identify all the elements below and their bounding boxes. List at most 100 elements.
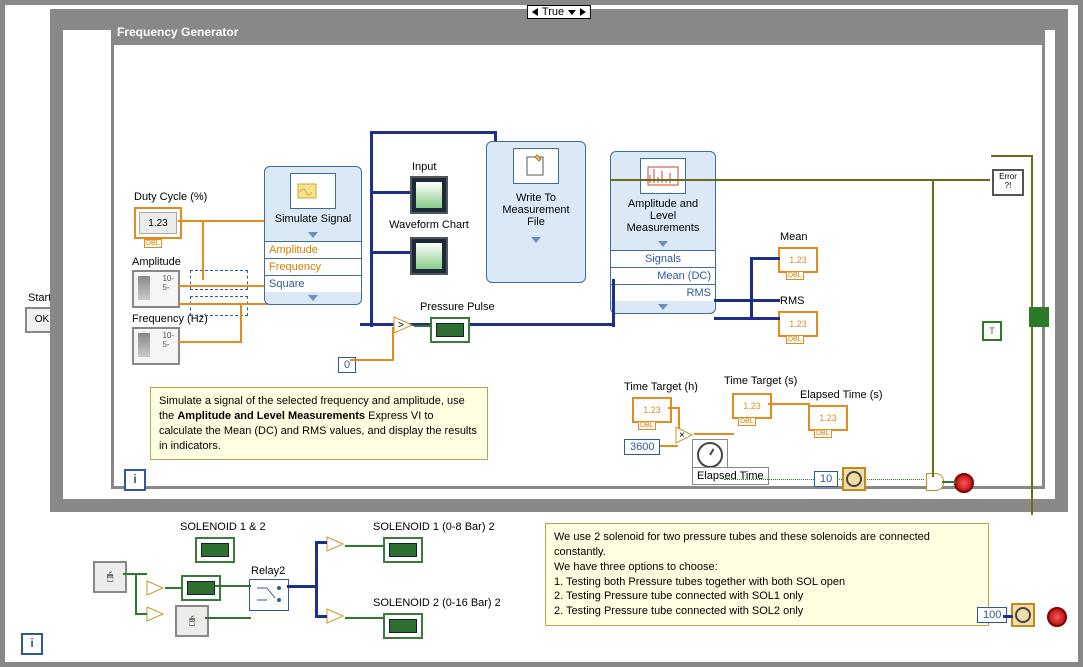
wire xyxy=(392,327,394,361)
sim-port-square[interactable]: Square xyxy=(265,275,361,292)
wire xyxy=(370,131,373,327)
write-file-icon xyxy=(513,148,559,184)
greater-than-node: > xyxy=(392,315,416,335)
wire xyxy=(240,303,242,343)
amp-level-icon xyxy=(640,158,686,194)
wait-ms-constant[interactable]: 10 xyxy=(814,471,838,487)
wire xyxy=(750,257,753,319)
dbl-type-icon: DBL xyxy=(786,271,804,280)
waveform-chart-label: Waveform Chart xyxy=(384,219,474,231)
amp-port-rms[interactable]: RMS xyxy=(611,284,715,301)
prev-case-icon[interactable] xyxy=(532,8,538,16)
expand-icon[interactable] xyxy=(658,304,668,310)
dbl-type-icon: DBL xyxy=(814,429,832,438)
outer-loop-stop[interactable] xyxy=(1047,607,1067,627)
rms-label: RMS xyxy=(780,295,804,307)
wire xyxy=(414,325,432,327)
svg-text:×: × xyxy=(679,430,685,441)
loop-tunnel: T xyxy=(982,321,1002,341)
pressure-pulse-indicator xyxy=(430,317,470,343)
input-chart[interactable] xyxy=(410,176,448,214)
boolean-control-1[interactable]: 🖱 xyxy=(93,561,127,593)
wire xyxy=(215,585,251,587)
wire xyxy=(205,617,251,619)
write-measurement-file-vi[interactable]: Write To Measurement File xyxy=(486,141,586,283)
duty-cycle-control[interactable]: 1.23 xyxy=(134,207,182,239)
wire xyxy=(694,433,734,435)
elapsed-time-label-box: Elapsed Time xyxy=(692,467,769,485)
wire xyxy=(678,407,680,429)
expand-icon[interactable] xyxy=(531,237,541,243)
outer-loop-tunnel xyxy=(1029,307,1049,327)
not-node xyxy=(145,579,167,597)
3600-constant[interactable]: 3600 xyxy=(624,439,660,455)
loop-iteration-i: i xyxy=(124,469,146,491)
expand-icon[interactable] xyxy=(658,241,668,247)
wire xyxy=(135,613,147,615)
relay-node[interactable] xyxy=(249,579,289,611)
wire xyxy=(714,299,780,302)
case-value: True xyxy=(542,6,564,18)
sol2-indicator xyxy=(383,613,423,639)
elapsed-time-s-indicator: 1.23 xyxy=(808,405,848,431)
not-node xyxy=(145,605,167,623)
wire xyxy=(315,541,327,544)
wire xyxy=(165,587,183,589)
dbl-type-icon: DBL xyxy=(144,239,162,248)
expand-icon[interactable] xyxy=(308,232,318,238)
wire xyxy=(612,279,615,327)
svg-text:>: > xyxy=(398,320,404,331)
amplitude-control[interactable] xyxy=(132,270,180,308)
case-interior: Frequency Generator Duty Cycle (%) 1.23 … xyxy=(63,30,1055,499)
coercion-dot xyxy=(190,270,248,290)
case-structure: True Frequency Generator Duty Cycle (%) … xyxy=(50,9,1068,512)
dbl-type-icon: DBL xyxy=(738,417,756,426)
wire xyxy=(350,359,394,361)
case-dropdown-icon[interactable] xyxy=(568,10,576,15)
gate-node xyxy=(325,535,347,553)
sim-port-amplitude[interactable]: Amplitude xyxy=(265,241,361,258)
duty-cycle-label: Duty Cycle (%) xyxy=(134,191,207,203)
gate-node xyxy=(325,607,347,625)
elapsed-time-s-label: Elapsed Time (s) xyxy=(800,389,883,401)
wire xyxy=(345,545,385,547)
flat-sequence-frame: Frequency Generator Duty Cycle (%) 1.23 … xyxy=(111,38,1045,489)
wire xyxy=(660,445,678,447)
boolean-control-2[interactable]: 🖰 xyxy=(175,605,209,637)
wait-ms-icon xyxy=(842,467,866,491)
wire xyxy=(750,257,780,260)
wire xyxy=(178,220,268,222)
wire xyxy=(1003,615,1013,618)
sol12-indicator xyxy=(195,537,235,563)
sim-signal-name: Simulate Signal xyxy=(265,213,361,229)
amp-level-name: Amplitude and Level Measurements xyxy=(611,198,715,238)
wire xyxy=(768,403,810,405)
wire xyxy=(942,481,956,483)
wire xyxy=(315,541,318,617)
time-target-h-control[interactable]: 1.23 xyxy=(632,397,672,423)
amp-port-mean[interactable]: Mean (DC) xyxy=(611,267,715,284)
time-target-h-label: Time Target (h) xyxy=(624,381,698,393)
frequency-control[interactable] xyxy=(132,327,180,365)
mean-label: Mean xyxy=(780,231,808,243)
amp-port-signals[interactable]: Signals xyxy=(611,250,715,267)
time-target-s-label: Time Target (s) xyxy=(724,375,797,387)
loop-stop[interactable] xyxy=(954,473,974,493)
case-selector[interactable]: True xyxy=(527,5,591,19)
wire xyxy=(714,317,780,320)
simulate-signal-vi[interactable]: Simulate Signal Amplitude Frequency Squa… xyxy=(264,166,362,305)
wait-ms-outer-icon xyxy=(1011,603,1035,627)
wire xyxy=(370,251,414,254)
dbl-type-icon: DBL xyxy=(638,421,656,430)
waveform-chart[interactable] xyxy=(410,237,448,275)
rms-indicator: 1.23 xyxy=(778,311,818,337)
expand-icon[interactable] xyxy=(308,295,318,301)
sim-port-frequency[interactable]: Frequency xyxy=(265,258,361,275)
wire xyxy=(991,155,1033,157)
next-case-icon[interactable] xyxy=(580,8,586,16)
wire xyxy=(345,617,385,619)
stopwatch-icon xyxy=(697,442,723,468)
sim-signal-icon xyxy=(290,173,336,209)
amplitude-level-vi[interactable]: Amplitude and Level Measurements Signals… xyxy=(610,151,716,314)
wire xyxy=(178,285,268,287)
